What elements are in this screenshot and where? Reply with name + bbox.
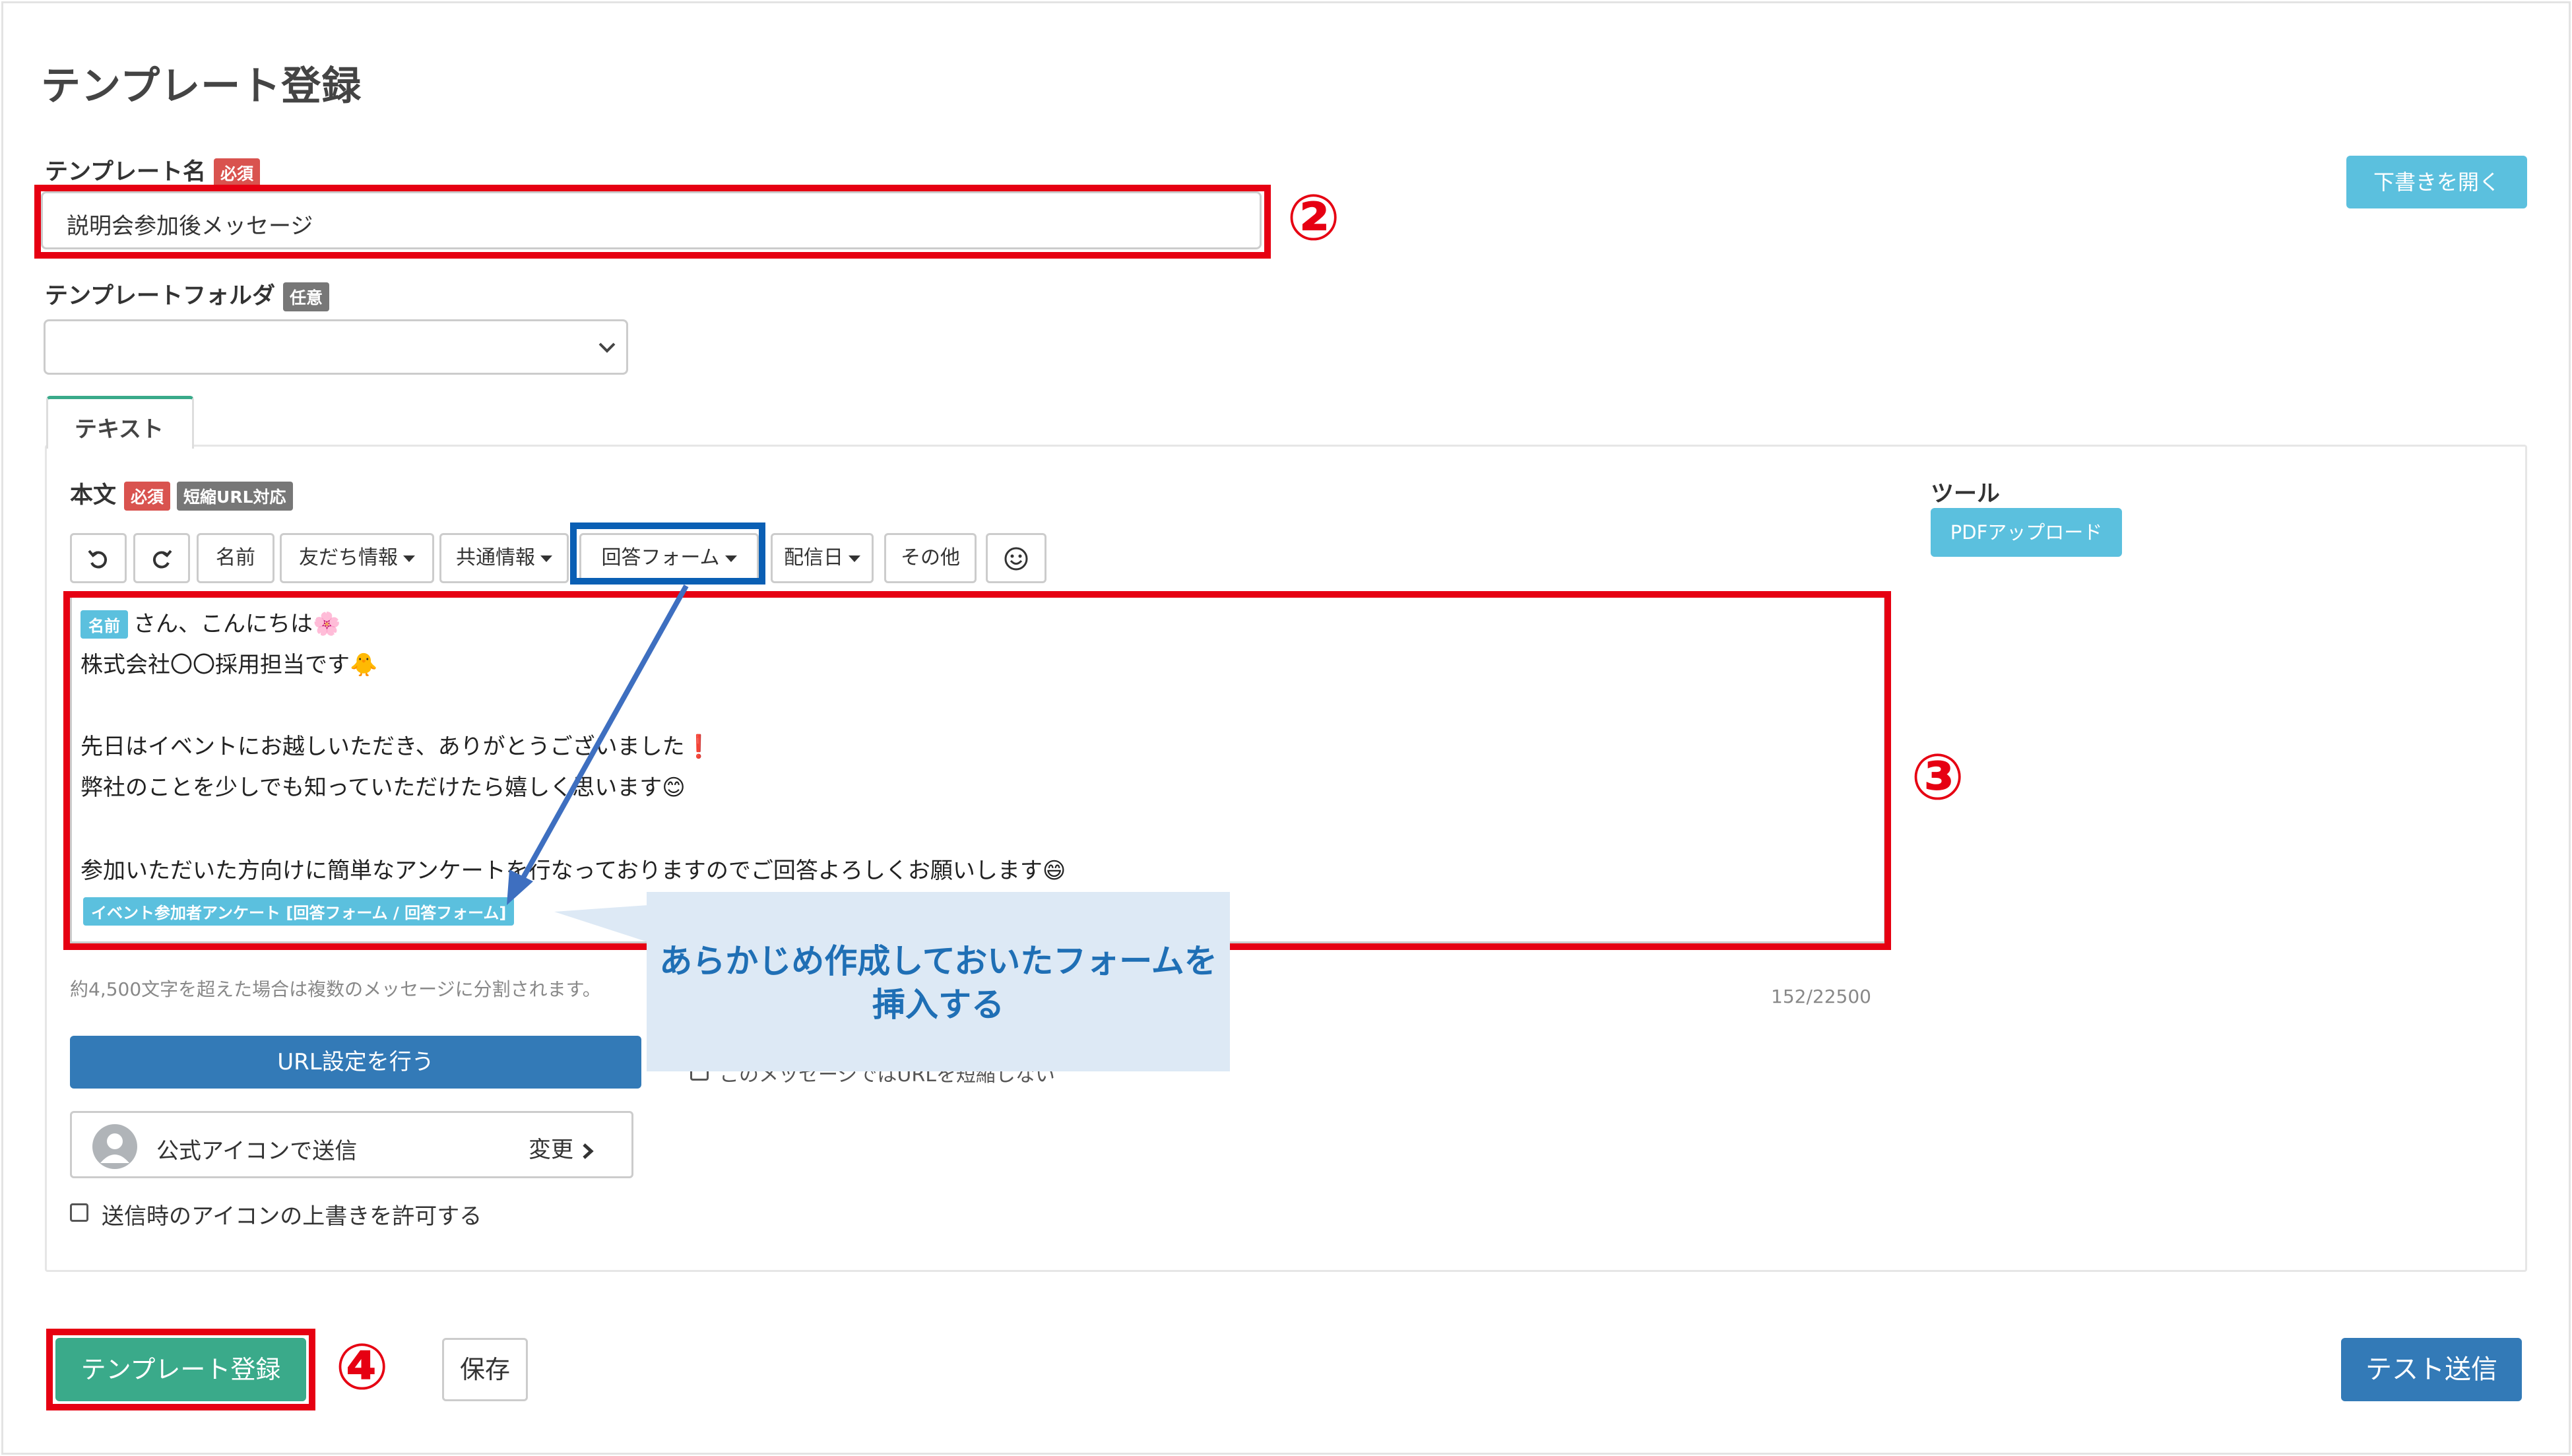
required-badge: 必須 <box>213 158 260 187</box>
sender-box[interactable]: 公式アイコンで送信 変更 <box>70 1111 633 1178</box>
other-button[interactable]: その他 <box>884 533 977 583</box>
page-title: テンプレート登録 <box>41 63 362 110</box>
tab-text[interactable]: テキスト <box>46 396 194 449</box>
pdf-upload-button[interactable]: PDFアップロード <box>1931 508 2122 557</box>
template-name-label: テンプレート名 必須 <box>45 153 260 187</box>
chevron-right-icon <box>583 1143 594 1159</box>
sender-label: 公式アイコンで送信 <box>156 1138 358 1164</box>
template-folder-select[interactable] <box>44 319 628 375</box>
sender-change-link[interactable]: 変更 <box>529 1131 595 1164</box>
annotation-3: ③ <box>1911 740 1965 814</box>
icon-override-checkbox[interactable] <box>70 1203 88 1222</box>
common-info-label: 共通情報 <box>456 546 535 569</box>
caret-down-icon <box>849 555 860 562</box>
annotation-4: ④ <box>335 1330 389 1404</box>
annotation-2: ② <box>1287 181 1341 255</box>
undo-icon <box>88 550 108 568</box>
emoji-button[interactable] <box>986 533 1046 583</box>
tab-text-label: テキスト <box>75 416 164 443</box>
icon-override-label: 送信時のアイコンの上書きを許可する <box>102 1203 482 1230</box>
template-folder-label: テンプレートフォルダ 任意 <box>45 277 329 311</box>
caret-down-icon <box>540 555 552 562</box>
callout-text: あらかじめ作成しておいたフォームを挿入する <box>659 942 1217 1024</box>
delivery-date-label: 配信日 <box>784 546 843 569</box>
caret-down-icon <box>403 555 415 562</box>
friend-info-label: 友だち情報 <box>299 546 398 569</box>
friend-info-dropdown[interactable]: 友だち情報 <box>280 533 434 583</box>
body-label-text: 本文 <box>70 482 117 509</box>
save-button[interactable]: 保存 <box>442 1338 528 1401</box>
optional-badge: 任意 <box>282 282 329 311</box>
highlight-box-4 <box>46 1329 315 1410</box>
highlight-box-2 <box>34 185 1271 259</box>
split-note: 約4,500文字を超えた場合は複数のメッセージに分割されます。 <box>70 978 601 1000</box>
chevron-down-icon <box>598 342 616 353</box>
change-label: 変更 <box>529 1137 573 1163</box>
pointer-arrow-icon <box>507 585 689 905</box>
callout-box: あらかじめ作成しておいたフォームを挿入する <box>647 892 1230 1071</box>
insert-name-button[interactable]: 名前 <box>197 533 274 583</box>
delivery-date-dropdown[interactable]: 配信日 <box>771 533 874 583</box>
redo-button[interactable] <box>133 533 190 583</box>
template-name-label-text: テンプレート名 <box>45 159 206 185</box>
char-count: 152/22500 <box>1771 986 1871 1007</box>
short-url-badge: 短縮URL対応 <box>177 482 293 511</box>
test-send-button[interactable]: テスト送信 <box>2341 1338 2522 1401</box>
template-folder-label-text: テンプレートフォルダ <box>45 283 275 309</box>
tools-label: ツール <box>1931 481 2001 507</box>
callout-pointer <box>554 905 648 942</box>
highlight-box-form <box>570 522 765 585</box>
redo-icon <box>152 550 172 568</box>
avatar-icon <box>92 1124 137 1169</box>
smile-icon <box>1004 547 1028 570</box>
undo-button[interactable] <box>70 533 127 583</box>
body-label: 本文 必須 短縮URL対応 <box>70 476 293 511</box>
open-draft-button[interactable]: 下書きを開く <box>2346 156 2527 208</box>
common-info-dropdown[interactable]: 共通情報 <box>439 533 569 583</box>
body-required-badge: 必須 <box>124 482 171 511</box>
url-settings-button[interactable]: URL設定を行う <box>70 1036 641 1089</box>
